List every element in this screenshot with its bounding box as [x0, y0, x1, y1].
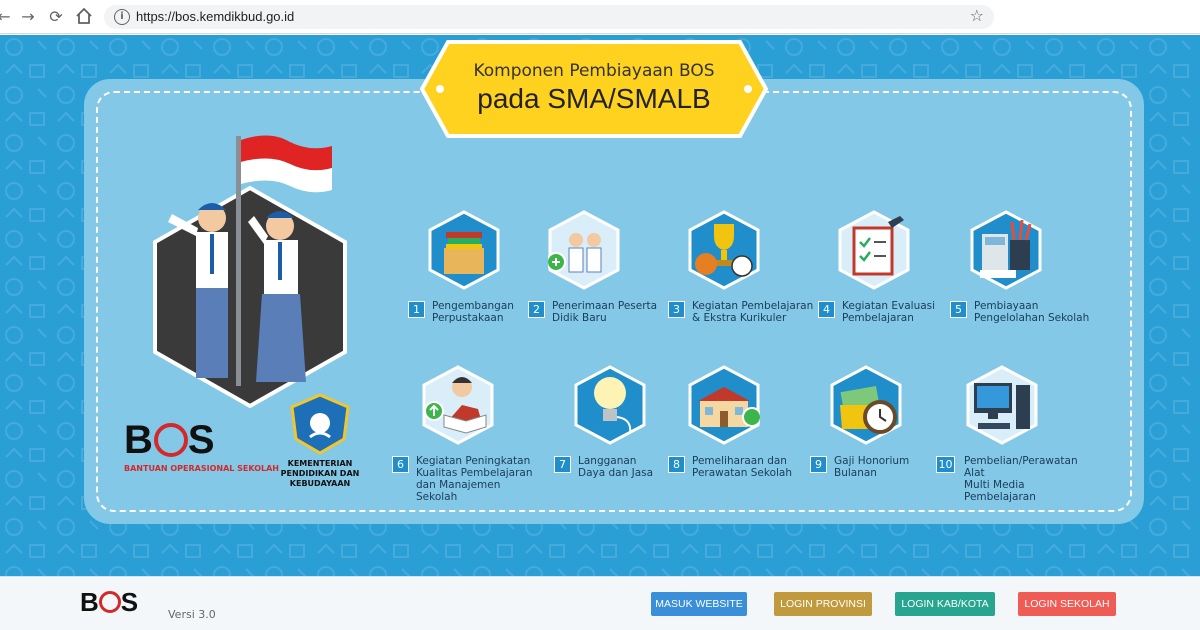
footer-bos-logo[interactable]: BS [80, 587, 138, 618]
item-number: 5 [950, 301, 967, 318]
item-number: 6 [392, 456, 409, 473]
component-item-8[interactable]: 8 Pemeliharaan dan Perawatan Sekolah [668, 365, 818, 485]
reload-icon[interactable]: ⟳ [46, 7, 66, 27]
star-icon[interactable]: ☆ [970, 6, 984, 25]
component-item-5[interactable]: 5 Pembiayaan Pengelolahan Sekolah [950, 210, 1100, 330]
students-illustration [140, 130, 360, 410]
component-item-2[interactable]: 2 Penerimaan Peserta Didik Baru [528, 210, 678, 330]
item-number: 2 [528, 301, 545, 318]
checklist-icon [838, 210, 910, 290]
main-area: Komponen Pembiayaan BOS pada SMA/SMALB B… [0, 35, 1200, 576]
item-number: 8 [668, 456, 685, 473]
title-line-2: pada SMA/SMALB [477, 83, 711, 114]
login-kab-kota-button[interactable]: LOGIN KAB/KOTA [895, 592, 995, 616]
item-label: Penerimaan Peserta Didik Baru [552, 300, 658, 324]
trophy-balls-icon [688, 210, 760, 290]
calculator-stationery-icon [970, 210, 1042, 290]
teacher-reading-icon [422, 365, 494, 445]
item-label: Pemeliharaan dan Perawatan Sekolah [692, 455, 792, 479]
address-bar[interactable]: i https://bos.kemdikbud.go.id ☆ [104, 5, 994, 29]
item-number: 3 [668, 301, 685, 318]
item-number: 10 [936, 456, 955, 473]
item-label: Kegiatan Pembelajaran & Ekstra Kurikuler [692, 300, 814, 324]
bos-logo: BS BANTUAN OPERASIONAL SEKOLAH [124, 418, 280, 473]
forward-icon[interactable]: → [18, 7, 38, 27]
computer-icon [966, 365, 1038, 445]
component-item-4[interactable]: 4 Kegiatan Evaluasi Pembelajaran [818, 210, 968, 330]
home-icon[interactable] [74, 7, 94, 27]
kemdikbud-logo: KEMENTERIAN PENDIDIKAN DAN KEBUDAYAAN [255, 393, 385, 489]
info-icon[interactable]: i [114, 9, 130, 25]
login-sekolah-button[interactable]: LOGIN SEKOLAH [1018, 592, 1116, 616]
footer-bar: BS Versi 3.0 MASUK WEBSITE LOGIN PROVINS… [0, 576, 1200, 630]
component-item-10[interactable]: 10 Pembelian/Perawatan Alat Multi Media P… [936, 365, 1096, 503]
books-box-icon [428, 210, 500, 290]
item-number: 9 [810, 456, 827, 473]
item-number: 1 [408, 301, 425, 318]
version-label: Versi 3.0 [168, 608, 216, 621]
browser-toolbar: ← → ⟳ i https://bos.kemdikbud.go.id ☆ [0, 0, 1200, 34]
component-item-6[interactable]: 6 Kegiatan Peningkatan Kualitas Pembelaja… [392, 365, 542, 503]
school-building-icon [688, 365, 760, 445]
bos-logo-face-icon [153, 423, 188, 457]
component-item-3[interactable]: 3 Kegiatan Pembelajaran & Ekstra Kurikule… [668, 210, 818, 330]
title-ribbon: Komponen Pembiayaan BOS pada SMA/SMALB [418, 36, 770, 142]
kemdikbud-label-line-1: KEMENTERIAN [287, 459, 353, 468]
bos-logo-text: BS [124, 418, 216, 462]
title-line-1: Komponen Pembiayaan BOS [473, 61, 715, 81]
login-provinsi-button[interactable]: LOGIN PROVINSI [774, 592, 872, 616]
tut-wuri-handayani-emblem-icon [290, 393, 350, 455]
back-icon[interactable]: ← [0, 7, 14, 27]
item-number: 7 [554, 456, 571, 473]
money-clock-icon [830, 365, 902, 445]
item-label: Pembiayaan Pengelolahan Sekolah [974, 300, 1090, 324]
bos-logo-subtitle: BANTUAN OPERASIONAL SEKOLAH [124, 464, 280, 473]
item-label: Kegiatan Peningkatan Kualitas Pembelajara… [416, 455, 533, 503]
url-text: https://bos.kemdikbud.go.id [136, 9, 295, 24]
light-bulb-icon [574, 365, 646, 445]
item-number: 4 [818, 301, 835, 318]
masuk-website-button[interactable]: MASUK WEBSITE [651, 592, 747, 616]
new-students-icon [548, 210, 620, 290]
kemdikbud-label-line-2: PENDIDIKAN DAN KEBUDAYAAN [280, 469, 360, 488]
item-label: Pembelian/Perawatan Alat Multi Media Pemb… [964, 455, 1078, 503]
bos-face-icon [98, 591, 121, 613]
